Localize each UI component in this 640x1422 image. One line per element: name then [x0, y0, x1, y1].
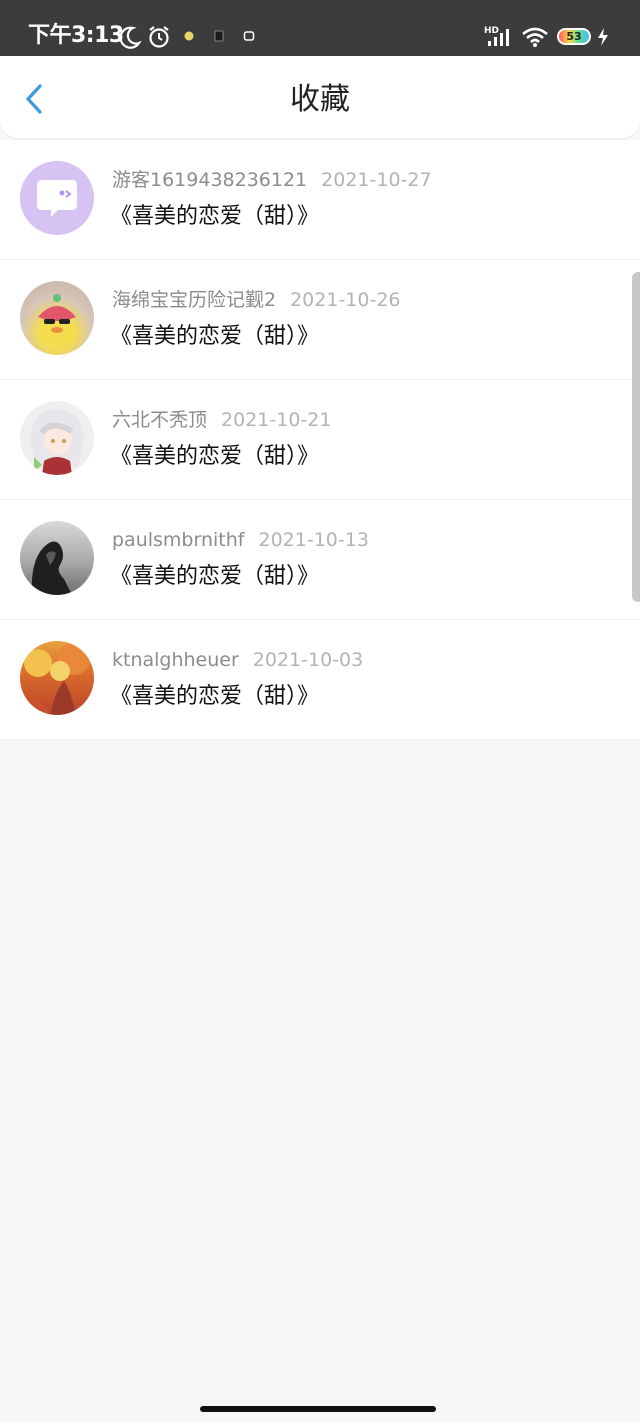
username: 海绵宝宝历险记觐2 — [112, 289, 277, 311]
username: paulsmbrnithf — [112, 529, 245, 551]
avatar[interactable] — [20, 641, 94, 715]
work-title: 《喜美的恋爱（甜）》 — [110, 204, 320, 229]
charging-icon — [598, 28, 608, 46]
work-title: 《喜美的恋爱（甜）》 — [110, 684, 320, 709]
date: 2021-10-13 — [258, 529, 369, 551]
autumn-road-icon — [20, 643, 90, 715]
list-item[interactable]: ktnalghheuer 2021-10-03 《喜美的恋爱（甜）》 — [0, 620, 640, 740]
app-notification-icon — [184, 31, 194, 41]
navigation-header: 收藏 — [0, 56, 640, 138]
list-item[interactable]: paulsmbrnithf 2021-10-13 《喜美的恋爱（甜）》 — [0, 500, 640, 620]
avatar[interactable] — [20, 521, 94, 595]
page-title: 收藏 — [290, 82, 350, 117]
list-item[interactable]: 海绵宝宝历险记觐2 2021-10-26 《喜美的恋爱（甜）》 — [0, 260, 640, 380]
battery-icon: 53 — [557, 28, 591, 45]
status-bar: 下午3:13 HD 53 — [0, 0, 640, 56]
signal-icon — [488, 29, 509, 46]
item-meta: ktnalghheuer 2021-10-03 — [112, 648, 363, 672]
item-meta: 六北不秃顶 2021-10-21 — [112, 408, 331, 432]
list-item[interactable]: 游客1619438236121 2021-10-27 《喜美的恋爱（甜）》 — [0, 140, 640, 260]
date: 2021-10-27 — [321, 169, 432, 191]
date: 2021-10-26 — [290, 289, 401, 311]
username: ktnalghheuer — [112, 649, 239, 671]
work-title: 《喜美的恋爱（甜）》 — [110, 324, 320, 349]
item-meta: 游客1619438236121 2021-10-27 — [112, 168, 432, 192]
favorites-list: 游客1619438236121 2021-10-27 《喜美的恋爱（甜）》 海绵宝… — [0, 140, 640, 740]
date: 2021-10-03 — [252, 649, 364, 671]
alarm-icon — [149, 26, 169, 48]
home-indicator[interactable] — [200, 1406, 436, 1412]
item-meta: paulsmbrnithf 2021-10-13 — [112, 528, 369, 552]
portrait-icon — [31, 541, 72, 595]
avatar[interactable] — [20, 401, 94, 475]
item-meta: 海绵宝宝历险记觐2 2021-10-26 — [112, 288, 401, 312]
toy-duck-icon — [37, 294, 77, 347]
speech-bubble-icon — [37, 180, 77, 217]
anime-character-icon — [30, 409, 84, 475]
app-notification-icon — [243, 31, 255, 41]
status-time: 下午3:13 — [28, 23, 124, 48]
work-title: 《喜美的恋爱（甜）》 — [110, 444, 320, 469]
avatar[interactable] — [20, 161, 94, 235]
avatar[interactable] — [20, 281, 94, 355]
wifi-icon — [522, 27, 548, 47]
list-item[interactable]: 六北不秃顶 2021-10-21 《喜美的恋爱（甜）》 — [0, 380, 640, 500]
username: 游客1619438236121 — [112, 169, 308, 191]
battery-level: 53 — [566, 30, 582, 43]
app-notification-icon — [214, 30, 224, 42]
username: 六北不秃顶 — [112, 409, 208, 431]
edge-scroll-handle[interactable] — [632, 272, 640, 602]
moon-icon — [119, 26, 142, 49]
work-title: 《喜美的恋爱（甜）》 — [110, 564, 320, 589]
date: 2021-10-21 — [221, 409, 332, 431]
